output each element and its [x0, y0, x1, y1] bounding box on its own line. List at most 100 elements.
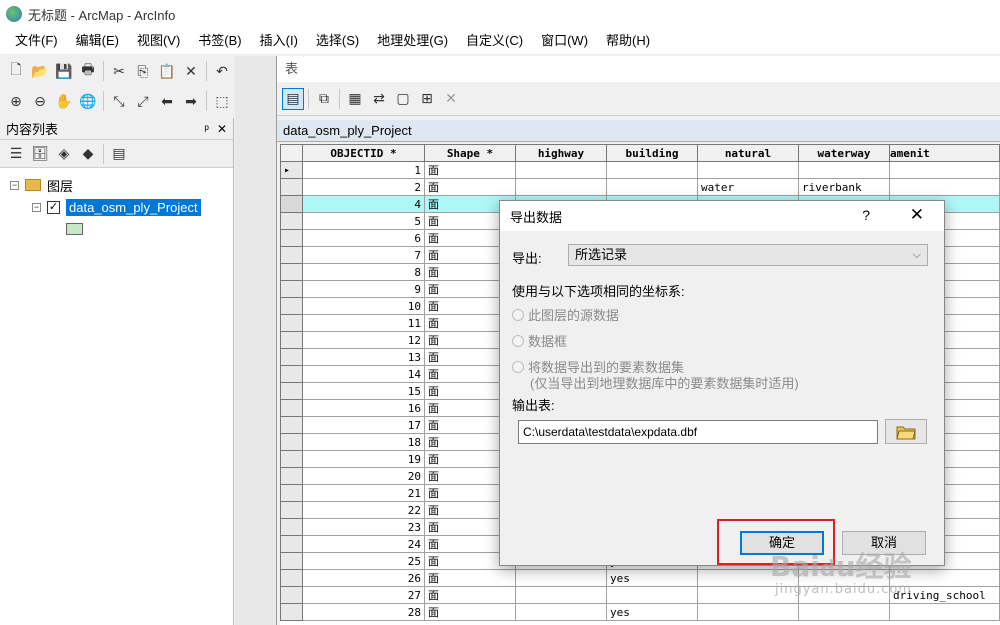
undo-icon[interactable]: ↶: [211, 60, 233, 82]
column-header[interactable]: building: [606, 144, 698, 162]
cell-objectid[interactable]: 28: [302, 603, 425, 621]
fixed-zoom-in-icon[interactable]: ⤡: [108, 90, 130, 112]
cell-amenity[interactable]: [889, 178, 1000, 196]
menu-help[interactable]: 帮助(H): [597, 30, 659, 52]
row-selector[interactable]: [280, 280, 303, 298]
row-selector[interactable]: [280, 348, 303, 366]
cell-waterway[interactable]: [798, 161, 890, 179]
delete-selected-icon[interactable]: ✕: [440, 88, 462, 110]
radio-source-data[interactable]: 此图层的源数据: [512, 305, 619, 324]
close-icon[interactable]: ✕: [910, 205, 924, 225]
radio-data-frame[interactable]: 数据框: [512, 331, 567, 350]
full-extent-globe-icon[interactable]: 🌐: [77, 90, 99, 112]
cell-objectid[interactable]: 8: [302, 263, 425, 281]
fixed-zoom-out-icon[interactable]: ⤢: [132, 90, 154, 112]
row-selector[interactable]: [280, 603, 303, 621]
cell-objectid[interactable]: 20: [302, 467, 425, 485]
column-header[interactable]: Shape *: [424, 144, 516, 162]
row-selector[interactable]: [280, 229, 303, 247]
cell-objectid[interactable]: 26: [302, 569, 425, 587]
row-selector[interactable]: ▸: [280, 161, 303, 179]
cell-objectid[interactable]: 12: [302, 331, 425, 349]
menu-selection[interactable]: 选择(S): [307, 30, 368, 52]
cell-highway[interactable]: [515, 569, 607, 587]
cell-objectid[interactable]: 15: [302, 382, 425, 400]
table-tab[interactable]: data_osm_ply_Project: [277, 120, 1000, 142]
select-by-attributes-icon[interactable]: ▦: [344, 88, 366, 110]
collapse-icon[interactable]: −: [10, 180, 19, 190]
zoom-in-icon[interactable]: ⊕: [5, 90, 27, 112]
cell-building[interactable]: [606, 161, 698, 179]
row-selector[interactable]: [280, 365, 303, 383]
close-icon[interactable]: ✕: [217, 122, 227, 136]
cut-icon[interactable]: ✂: [108, 60, 130, 82]
export-select[interactable]: 所选记录 ⌵: [568, 244, 928, 266]
cell-building[interactable]: yes: [606, 569, 698, 587]
cell-natural[interactable]: water: [697, 178, 799, 196]
cell-objectid[interactable]: 1: [302, 161, 425, 179]
row-selector[interactable]: [280, 501, 303, 519]
menu-bookmarks[interactable]: 书签(B): [189, 30, 250, 52]
cell-objectid[interactable]: 21: [302, 484, 425, 502]
row-selector[interactable]: [280, 450, 303, 468]
list-by-visibility-icon[interactable]: ◈: [53, 143, 75, 165]
column-header[interactable]: natural: [697, 144, 799, 162]
cell-objectid[interactable]: 23: [302, 518, 425, 536]
cell-shape[interactable]: 面: [424, 586, 516, 604]
menu-edit[interactable]: 编辑(E): [67, 30, 128, 52]
paste-icon[interactable]: 📋: [156, 60, 178, 82]
column-header[interactable]: amenit: [889, 144, 1000, 162]
row-selector[interactable]: [280, 195, 303, 213]
list-by-selection-icon[interactable]: ◆: [77, 143, 99, 165]
table-row[interactable]: 2 面 water riverbank: [280, 178, 1000, 196]
new-document-icon[interactable]: 🗋: [5, 60, 27, 82]
cell-shape[interactable]: 面: [424, 569, 516, 587]
row-selector[interactable]: [280, 263, 303, 281]
row-selector[interactable]: [280, 518, 303, 536]
layer-visibility-checkbox[interactable]: ✓: [47, 200, 60, 214]
select-features-icon[interactable]: ⬚: [211, 90, 233, 112]
cell-waterway[interactable]: [798, 603, 890, 621]
menu-customize[interactable]: 自定义(C): [457, 30, 532, 52]
cell-objectid[interactable]: 7: [302, 246, 425, 264]
menu-insert[interactable]: 插入(I): [251, 30, 307, 52]
collapse-icon[interactable]: −: [32, 202, 41, 212]
zoom-out-icon[interactable]: ⊖: [29, 90, 51, 112]
cell-objectid[interactable]: 11: [302, 314, 425, 332]
row-selector[interactable]: [280, 535, 303, 553]
row-selector[interactable]: [280, 586, 303, 604]
cell-highway[interactable]: [515, 178, 607, 196]
cell-shape[interactable]: 面: [424, 178, 516, 196]
row-selector[interactable]: [280, 416, 303, 434]
row-selector[interactable]: [280, 399, 303, 417]
polygon-symbol-swatch[interactable]: [66, 223, 83, 235]
list-by-drawing-order-icon[interactable]: ☰: [5, 143, 27, 165]
cell-objectid[interactable]: 9: [302, 280, 425, 298]
menu-geoprocessing[interactable]: 地理处理(G): [368, 30, 457, 52]
open-folder-icon[interactable]: 📂: [29, 60, 51, 82]
cell-highway[interactable]: [515, 603, 607, 621]
column-header[interactable]: highway: [515, 144, 607, 162]
row-selector[interactable]: [280, 433, 303, 451]
cell-highway[interactable]: [515, 586, 607, 604]
cell-objectid[interactable]: 17: [302, 416, 425, 434]
options-icon[interactable]: ▤: [108, 143, 130, 165]
zoom-to-selected-icon[interactable]: ⊞: [416, 88, 438, 110]
row-selector[interactable]: [280, 297, 303, 315]
related-tables-icon[interactable]: ⧉: [313, 88, 335, 110]
pin-icon[interactable]: ᵖ: [204, 122, 209, 136]
menu-view[interactable]: 视图(V): [128, 30, 189, 52]
row-selector[interactable]: [280, 552, 303, 570]
cell-objectid[interactable]: 5: [302, 212, 425, 230]
row-selector[interactable]: [280, 178, 303, 196]
row-selector[interactable]: [280, 484, 303, 502]
cell-objectid[interactable]: 4: [302, 195, 425, 213]
layer-label[interactable]: data_osm_ply_Project: [66, 198, 201, 216]
cell-shape[interactable]: 面: [424, 161, 516, 179]
cell-objectid[interactable]: 10: [302, 297, 425, 315]
row-selector[interactable]: [280, 382, 303, 400]
cell-shape[interactable]: 面: [424, 603, 516, 621]
row-selector[interactable]: [280, 569, 303, 587]
delete-icon[interactable]: ✕: [180, 60, 202, 82]
pan-hand-icon[interactable]: ✋: [53, 90, 75, 112]
